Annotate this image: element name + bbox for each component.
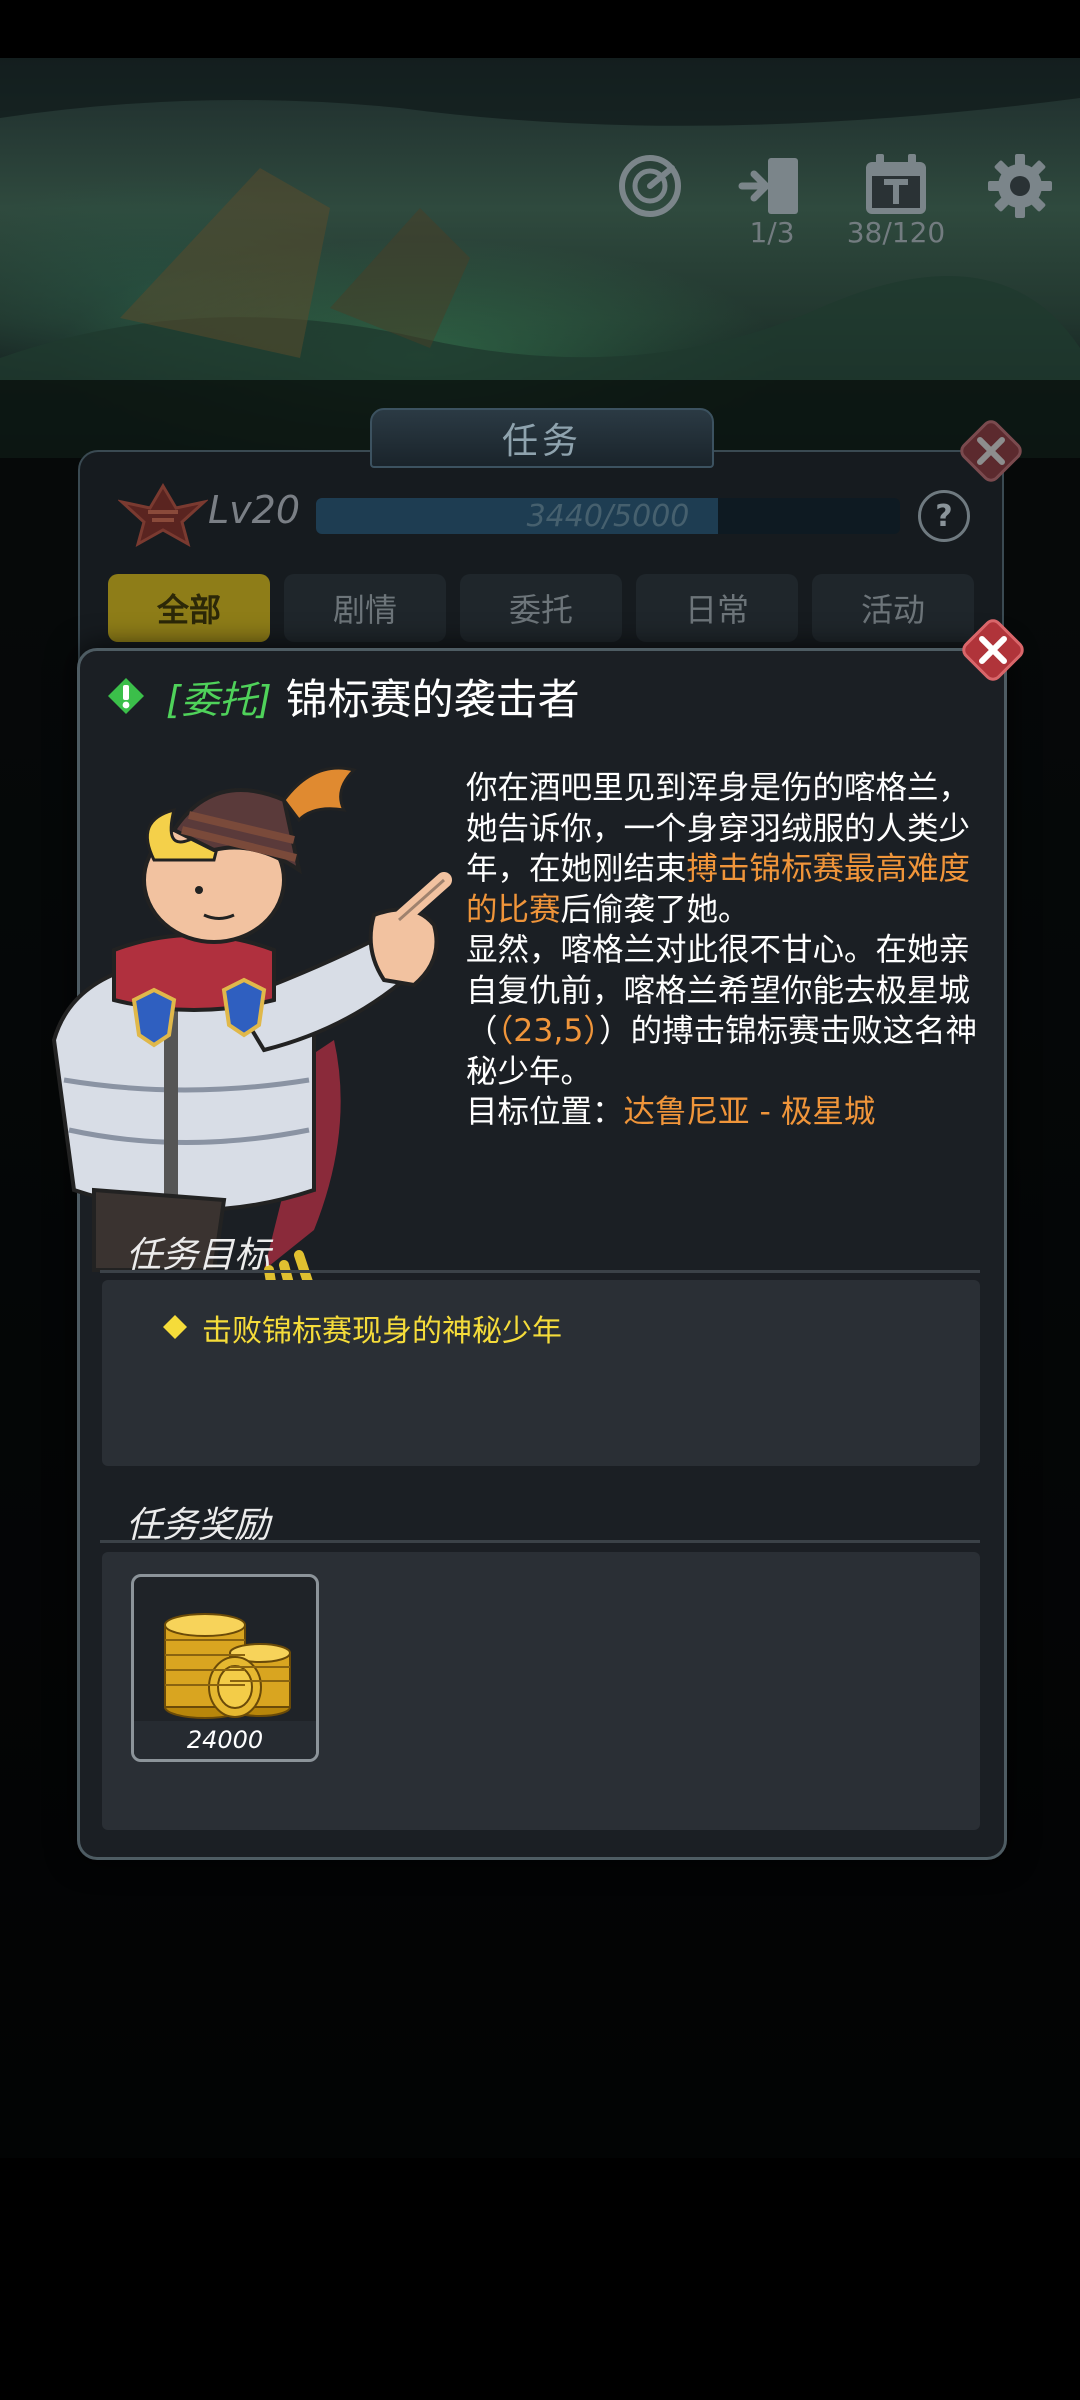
xp-progress-text: 3440/5000 [526, 498, 690, 534]
window-title: 任务 [370, 408, 714, 468]
gold-coins-icon [164, 1613, 291, 1719]
target-location-link[interactable]: 达鲁尼亚 - 极星城 [624, 1094, 876, 1130]
radar-icon [619, 155, 681, 217]
objective-item: 击败锦标赛现身的神秘少年 [202, 1314, 562, 1349]
diamond-bullet-icon [163, 1315, 187, 1339]
description-text: 后偷袭了她。 [560, 891, 750, 928]
help-button[interactable]: ? [918, 490, 970, 542]
radar-button[interactable] [600, 150, 700, 260]
player-level: Lv20 [208, 488, 301, 532]
gear-icon [988, 154, 1052, 218]
target-location-line: 目标位置：达鲁尼亚 - 极星城 [466, 1092, 1001, 1133]
coordinates-link[interactable]: （23,5） [498, 1013, 600, 1049]
tab-event[interactable]: 活动 [812, 574, 974, 642]
rank-emblem-icon [118, 483, 208, 548]
objectives-divider [100, 1270, 980, 1273]
tab-daily[interactable]: 日常 [636, 574, 798, 642]
quest-giver-portrait [51, 766, 452, 1290]
description-paragraph-1: 你在酒吧里见到浑身是伤的喀格兰，她告诉你，一个身穿羽绒服的人类少年，在她刚结束搏… [466, 768, 1001, 930]
exit-button[interactable]: 1/3 [722, 150, 822, 260]
stamina-count: 38/120 [846, 216, 946, 249]
target-location-label: 目标位置： [466, 1094, 624, 1130]
reward-amount: 24000 [134, 1721, 316, 1759]
exit-count: 1/3 [749, 216, 795, 249]
tab-story[interactable]: 剧情 [284, 574, 446, 642]
tab-all[interactable]: 全部 [108, 574, 270, 642]
quest-description: 你在酒吧里见到浑身是伤的喀格兰，她告诉你，一个身穿羽绒服的人类少年，在她刚结束搏… [466, 768, 1001, 1133]
quest-category-tabs: 全部 剧情 委托 日常 活动 [108, 574, 974, 642]
detail-close-button[interactable] [958, 615, 1028, 685]
door-exit-icon [738, 158, 798, 214]
calendar-icon [866, 154, 926, 214]
xp-progress-bar: 3440/5000 [316, 498, 900, 534]
settings-button[interactable] [970, 150, 1070, 260]
description-paragraph-2: 显然，喀格兰对此很不甘心。在她亲自复仇前，喀格兰希望你能去极星城（（23,5））… [466, 930, 1001, 1092]
stamina-button[interactable]: 38/120 [846, 150, 946, 260]
quest-window-close-button[interactable] [956, 416, 1026, 486]
tab-commission[interactable]: 委托 [460, 574, 622, 642]
reward-item-gold[interactable]: 24000 [131, 1574, 319, 1762]
rewards-divider [100, 1540, 980, 1543]
